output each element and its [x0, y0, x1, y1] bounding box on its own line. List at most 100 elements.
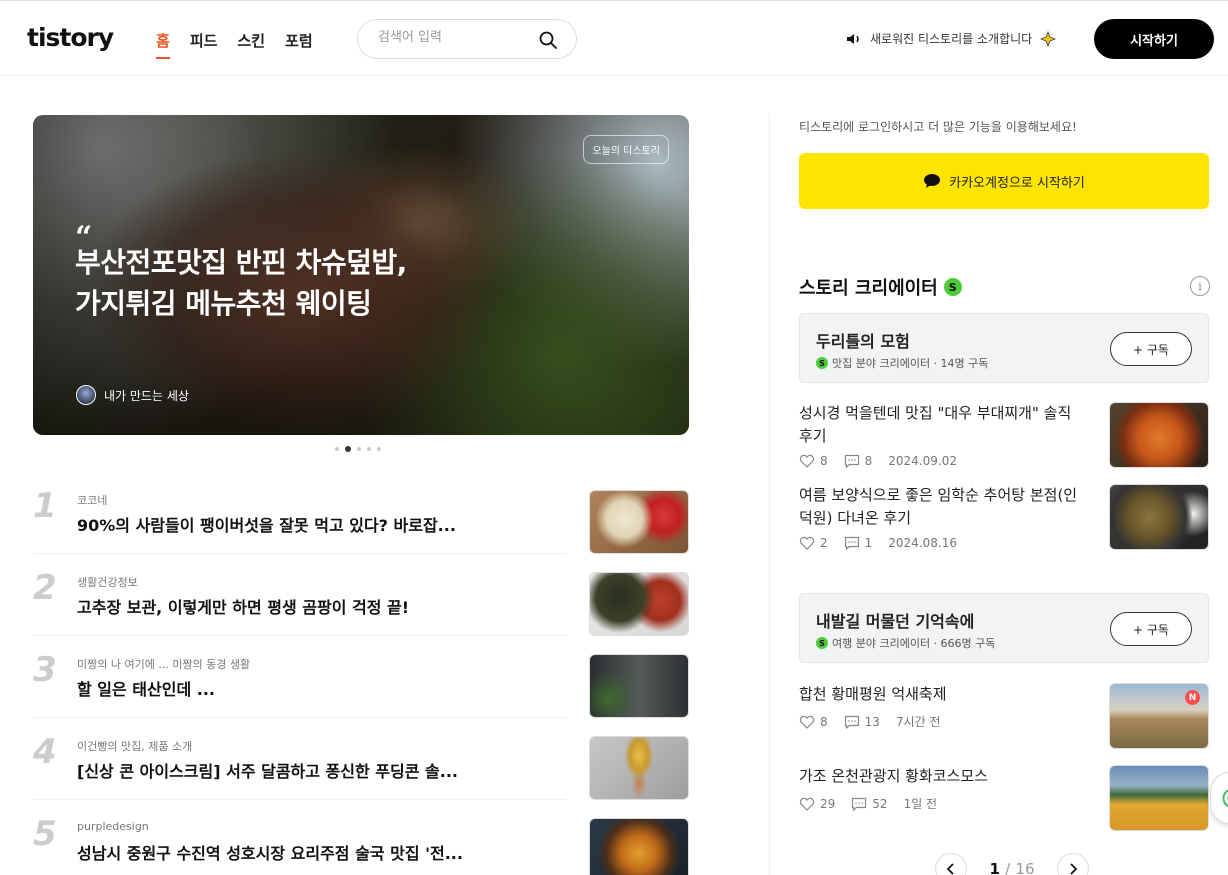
creator-meta-text: 맛집 분야 크리에이터 · 14명 구독 [832, 357, 989, 370]
new-badge: N [1185, 690, 1200, 705]
widget-glyph-icon: @ [1221, 785, 1228, 810]
post-thumbnail[interactable] [589, 818, 689, 875]
post-title[interactable]: 90%의 사람들이 팽이버섯을 잘못 먹고 있다? 바로잡... [77, 512, 477, 536]
prev-page-button[interactable] [935, 853, 967, 875]
blog-name: 코코네 [77, 494, 108, 507]
heart-icon[interactable] [799, 454, 815, 468]
post-thumbnail[interactable] [589, 490, 689, 554]
post-title[interactable]: [신상 콘 아이스크림] 서주 달콤하고 퐁신한 푸딩콘 솔... [77, 758, 477, 782]
creator-meta-text: 여행 분야 크리에이터 · 666명 구독 [832, 637, 996, 650]
like-count: 29 [820, 796, 836, 811]
blog-name: purpledesign [77, 820, 149, 833]
search-box [357, 19, 577, 59]
announcement-link[interactable]: 새로워진 티스토리를 소개합니다 [846, 30, 1057, 47]
comment-icon[interactable] [851, 797, 867, 811]
search-input[interactable] [378, 30, 528, 45]
post-title[interactable]: 가조 온천관광지 황화코스모스 [799, 765, 1089, 788]
nav-home[interactable]: 홈 [156, 30, 170, 59]
post-thumbnail[interactable] [589, 572, 689, 636]
featured-post-title[interactable]: 부산전포맛집 반핀 차슈덮밥, 가지튀김 메뉴추천 웨이팅 [75, 243, 425, 324]
post-thumbnail[interactable] [589, 736, 689, 800]
nav-skin[interactable]: 스킨 [237, 30, 265, 57]
like-count: 8 [820, 454, 828, 468]
post-meta: 29 52 1일 전 [799, 795, 937, 812]
creator-card[interactable]: 두리틀의 모험 S 맛집 분야 크리에이터 · 14명 구독 + 구독 [799, 313, 1209, 383]
list-item[interactable]: 2 생활건강정보 고추장 보관, 이렇게만 하면 평생 곰팡이 걱정 끝! [33, 554, 689, 636]
comment-icon[interactable] [844, 536, 860, 550]
post-thumbnail[interactable] [589, 654, 689, 718]
section-title: 스토리 크리에이터 [799, 278, 938, 299]
post-meta: 8 8 2024.09.02 [799, 454, 957, 468]
login-prompt: 티스토리에 로그인하시고 더 많은 기능을 이용해보세요! [799, 120, 1077, 134]
rank-number: 3 [33, 650, 57, 690]
avatar [76, 385, 96, 405]
search-icon[interactable] [538, 30, 558, 50]
creator-pagination: 1 / 16 [935, 853, 1089, 875]
creator-name[interactable]: 두리틀의 모험 [816, 328, 910, 352]
like-count: 2 [820, 536, 828, 550]
current-page: 1 [989, 860, 1000, 875]
post-thumbnail[interactable] [1109, 765, 1209, 831]
post-title[interactable]: 성시경 먹을텐데 맛집 "대우 부대찌개" 솔직 후기 [799, 402, 1089, 449]
carousel-dot-active[interactable] [345, 446, 351, 452]
creator-meta: S 맛집 분야 크리에이터 · 14명 구독 [816, 355, 988, 371]
comment-count: 52 [872, 796, 888, 811]
subscribe-button[interactable]: + 구독 [1110, 612, 1192, 646]
tistory-logo[interactable]: tistory [27, 23, 114, 52]
nav-forum[interactable]: 포럼 [285, 30, 313, 57]
carousel-dot[interactable] [367, 447, 371, 451]
floating-widget-button[interactable]: @ [1210, 772, 1228, 824]
start-button[interactable]: 시작하기 [1094, 19, 1214, 59]
list-item[interactable]: 5 purpledesign 성남시 중원구 수진역 성호시장 요리주점 술국 … [33, 800, 689, 875]
creator-post[interactable]: 여름 보양식으로 좋은 임학순 추어탕 본점(인덕원) 다녀온 후기 2 1 2… [799, 484, 1209, 550]
creator-post[interactable]: 합천 황매평원 억새축제 8 13 7시간 전 N [799, 683, 1209, 749]
info-icon[interactable]: i [1190, 276, 1210, 296]
blog-name: 이건빵의 맛집, 제품 소개 [77, 740, 193, 753]
main-nav: 홈 피드 스킨 포럼 [156, 30, 313, 59]
author-name: 내가 만드는 세상 [104, 388, 189, 403]
list-item[interactable]: 4 이건빵의 맛집, 제품 소개 [신상 콘 아이스크림] 서주 달콤하고 퐁신… [33, 718, 689, 800]
post-thumbnail[interactable] [1109, 484, 1209, 550]
post-title[interactable]: 고추장 보관, 이렇게만 하면 평생 곰팡이 걱정 끝! [77, 594, 477, 618]
creator-meta: S 여행 분야 크리에이터 · 666명 구독 [816, 635, 995, 651]
comment-icon[interactable] [844, 454, 860, 468]
kakao-login-label: 카카오계정으로 시작하기 [949, 175, 1085, 191]
carousel-dot[interactable] [377, 447, 381, 451]
popular-posts-list: 1 코코네 90%의 사람들이 팽이버섯을 잘못 먹고 있다? 바로잡... 2… [33, 472, 689, 875]
rank-number: 2 [33, 568, 57, 608]
heart-icon[interactable] [799, 715, 815, 729]
featured-post-card[interactable]: 오늘의 티스토리 “ 부산전포맛집 반핀 차슈덮밥, 가지튀김 메뉴추천 웨이팅… [33, 115, 689, 435]
post-thumbnail[interactable] [1109, 402, 1209, 468]
subscribe-button[interactable]: + 구독 [1110, 332, 1192, 366]
list-item[interactable]: 1 코코네 90%의 사람들이 팽이버섯을 잘못 먹고 있다? 바로잡... [33, 472, 689, 554]
next-page-button[interactable] [1057, 853, 1089, 875]
carousel-dot[interactable] [357, 447, 361, 451]
nav-feed[interactable]: 피드 [190, 30, 218, 57]
post-title[interactable]: 합천 황매평원 억새축제 [799, 683, 1089, 706]
post-title[interactable]: 할 일은 태산인데 ... [77, 676, 477, 700]
heart-icon[interactable] [799, 797, 815, 811]
blog-name: 생활건강정보 [77, 576, 138, 589]
featured-post-author[interactable]: 내가 만드는 세상 [76, 385, 189, 405]
todays-tistory-badge: 오늘의 티스토리 [583, 135, 669, 164]
comment-count: 1 [864, 536, 873, 550]
total-pages: 16 [1015, 860, 1035, 875]
post-title[interactable]: 여름 보양식으로 좋은 임학순 추어탕 본점(인덕원) 다녀온 후기 [799, 484, 1089, 531]
post-title[interactable]: 성남시 중원구 수진역 성호시장 요리주점 술국 맛집 '전... [77, 840, 477, 864]
creator-name[interactable]: 내발길 머물던 기억속에 [816, 608, 974, 632]
post-date: 2024.09.02 [888, 454, 957, 468]
kakao-login-button[interactable]: 카카오계정으로 시작하기 [799, 153, 1209, 209]
page-separator: / [1005, 860, 1011, 875]
list-item[interactable]: 3 미짱의 나 여기에 ... 미짱의 동경 생활 할 일은 태산인데 ... [33, 636, 689, 718]
creator-post[interactable]: 성시경 먹을텐데 맛집 "대우 부대찌개" 솔직 후기 8 8 2024.09.… [799, 402, 1209, 468]
comment-icon[interactable] [844, 715, 860, 729]
rank-number: 1 [33, 486, 57, 526]
creator-post[interactable]: 가조 온천관광지 황화코스모스 29 52 1일 전 [799, 765, 1209, 831]
heart-icon[interactable] [799, 536, 815, 550]
post-meta: 8 13 7시간 전 [799, 713, 941, 730]
chevron-left-icon [946, 863, 954, 875]
creator-card[interactable]: 내발길 머물던 기억속에 S 여행 분야 크리에이터 · 666명 구독 + 구… [799, 593, 1209, 663]
post-thumbnail[interactable]: N [1109, 683, 1209, 749]
carousel-dot[interactable] [335, 447, 339, 451]
page-indicator: 1 / 16 [979, 860, 1045, 875]
